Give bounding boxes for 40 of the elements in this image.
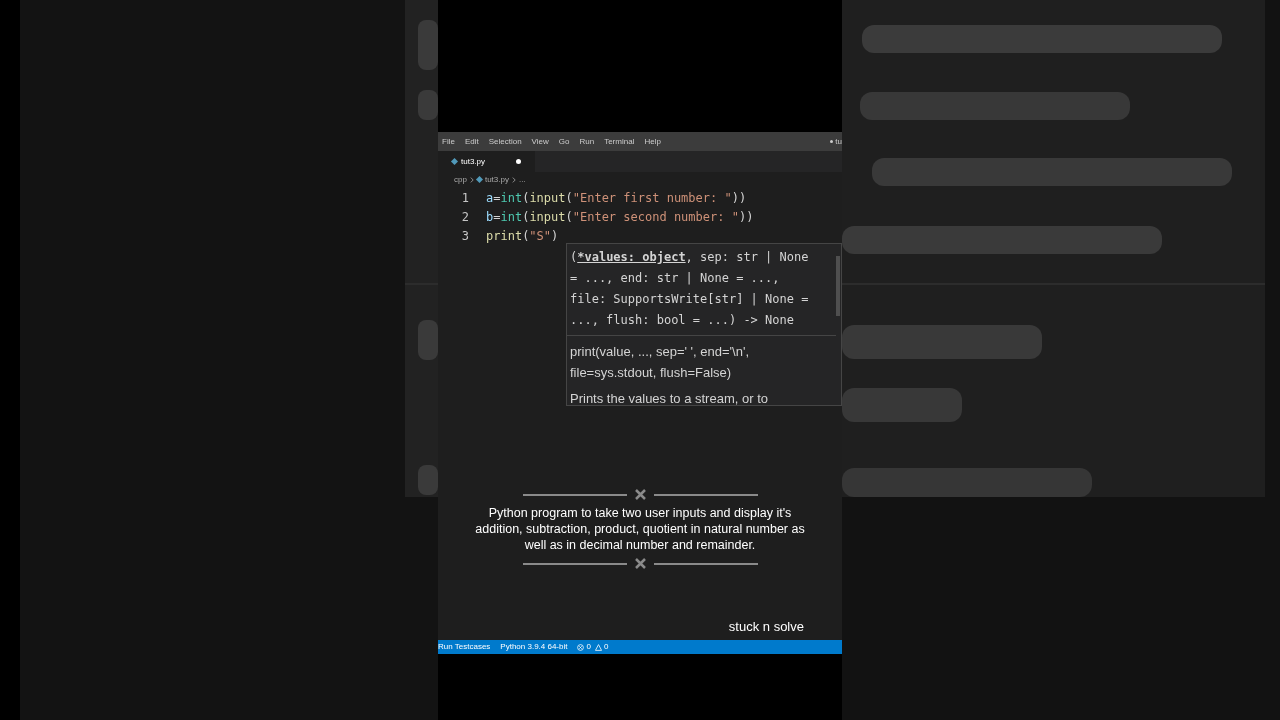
menu-item[interactable]: Edit <box>464 135 479 148</box>
code-line: print("S") <box>486 227 559 245</box>
signature-line: ..., flush: bool = ...) -> None <box>570 312 794 329</box>
doc-line: Prints the values to a stream, or to <box>570 390 769 405</box>
doc-line: print(value, ..., sep=' ', end='\n', <box>570 343 751 361</box>
breadcrumb-item[interactable]: ... <box>518 173 526 186</box>
menu-item[interactable]: Run <box>579 135 595 148</box>
menu-item[interactable]: Selection <box>488 135 522 148</box>
channel-watermark: stuck n solve <box>728 619 804 634</box>
chevron-icon <box>469 176 474 183</box>
python-file-icon <box>475 175 483 184</box>
scrollbar[interactable] <box>836 256 840 316</box>
window-title: tu <box>835 135 842 148</box>
line-number: 2 <box>460 208 470 226</box>
menu-item[interactable]: Terminal <box>604 135 635 148</box>
chevron-icon <box>511 176 516 183</box>
editor-tab[interactable]: tut3.py <box>438 151 535 172</box>
breadcrumb-item[interactable]: tut3.py <box>484 173 509 186</box>
problems-status[interactable]: 0 0 <box>577 641 609 653</box>
menu-item[interactable]: Go <box>558 135 570 148</box>
caption-text: Python program to take two user inputs and display it's addition, subtraction, product, quotient in natural number as well as in decimal number and remainder. <box>474 505 806 553</box>
cross-icon <box>634 558 646 569</box>
error-icon <box>577 643 585 651</box>
signature-line: = ..., end: str | None = ..., <box>570 270 780 287</box>
menu-item[interactable]: File <box>442 135 455 148</box>
warning-icon <box>594 643 602 651</box>
line-number: 1 <box>460 189 470 207</box>
breadcrumb-item[interactable]: cpp <box>454 173 467 186</box>
menu-item[interactable]: Help <box>644 135 661 148</box>
status-item[interactable]: Run Testcases <box>438 641 491 653</box>
menu-item[interactable]: View <box>531 135 549 148</box>
line-number: 3 <box>460 227 470 245</box>
signature-line: (*values: object, sep: str | None <box>570 249 809 266</box>
status-item[interactable]: Python 3.9.4 64-bit <box>500 641 568 653</box>
cross-icon <box>634 489 646 500</box>
python-file-icon <box>450 157 459 166</box>
code-line: a=int(input("Enter first number: ")) <box>486 189 747 207</box>
signature-line: file: SupportsWrite[str] | None = <box>570 291 809 308</box>
doc-line: file=sys.stdout, flush=False) <box>570 364 733 382</box>
code-line: b=int(input("Enter second number: ")) <box>486 208 754 226</box>
